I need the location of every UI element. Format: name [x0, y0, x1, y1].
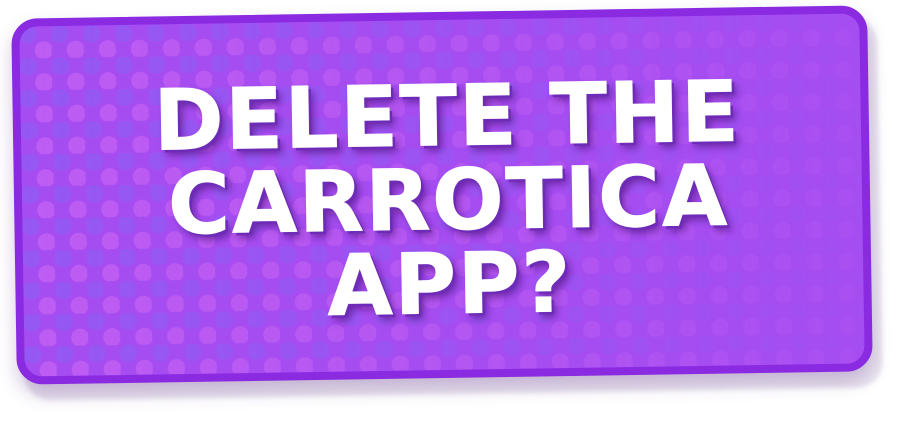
dialog-stage: DELETE THE CARROTICA APP? [0, 0, 897, 426]
delete-app-prompt: DELETE THE CARROTICA APP? [0, 62, 897, 336]
prompt-line-3: APP? [326, 233, 574, 336]
